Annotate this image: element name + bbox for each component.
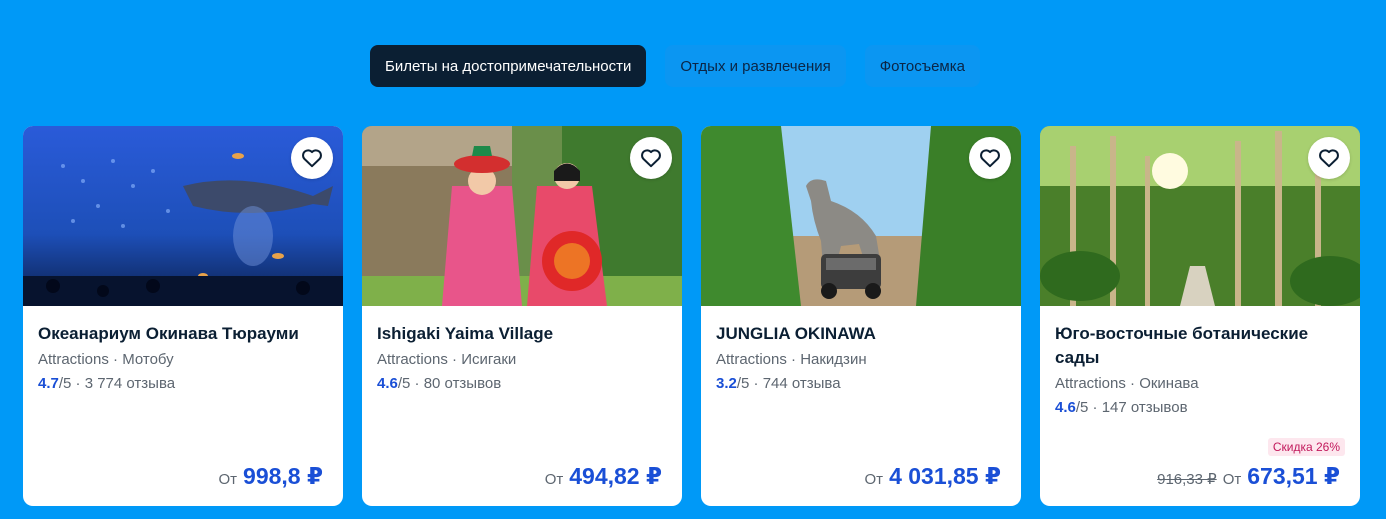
price-prefix: От — [864, 471, 884, 488]
price-row: 916,33 ₽ От 673,51 ₽ — [1157, 463, 1340, 490]
rating-reviews: /5 · 3 774 отзыва — [58, 375, 176, 392]
price-row: От 998,8 ₽ — [219, 463, 324, 490]
price-prefix: От — [1222, 471, 1242, 488]
attraction-card[interactable]: Океанариум Окинава Тюрауми Attractions ·… — [23, 126, 343, 506]
card-category-location: Attractions · Мотобу — [38, 351, 174, 368]
price-value: 4 031,85 ₽ — [889, 463, 1001, 489]
rating-score: 4.6 — [1055, 399, 1076, 416]
price-row: От 4 031,85 ₽ — [865, 463, 1001, 490]
price-prefix: От — [544, 471, 564, 488]
attraction-card[interactable]: Юго-восточные ботанические сады Attracti… — [1040, 126, 1360, 506]
rating-score: 4.7 — [38, 375, 59, 392]
favorite-button[interactable] — [1308, 137, 1350, 179]
attraction-card[interactable]: Ishigaki Yaima Village Attractions · Иси… — [362, 126, 682, 506]
tab-photography[interactable]: Фотосъемка — [864, 45, 980, 87]
favorite-button[interactable] — [969, 137, 1011, 179]
card-title[interactable]: Океанариум Окинава Тюрауми — [38, 322, 328, 346]
price-value: 494,82 ₽ — [569, 463, 662, 489]
heart-outline-icon — [980, 149, 1000, 168]
rating-reviews: /5 · 80 отзывов — [397, 375, 502, 392]
kimono-photo — [362, 126, 682, 306]
favorite-button[interactable] — [291, 137, 333, 179]
attraction-card[interactable]: JUNGLIA OKINAWA Attractions · Накидзин 3… — [701, 126, 1021, 506]
card-title[interactable]: Ishigaki Yaima Village — [377, 322, 667, 346]
botanical-garden-photo — [1040, 126, 1360, 306]
card-rating: 4.6/5 · 80 отзывов — [377, 373, 667, 395]
aquarium-photo — [23, 126, 343, 306]
heart-outline-icon — [641, 149, 661, 168]
rating-score: 3.2 — [716, 375, 737, 392]
card-category-location: Attractions · Исигаки — [377, 351, 517, 368]
favorite-button[interactable] — [630, 137, 672, 179]
tab-leisure-entertainment[interactable]: Отдых и развлечения — [665, 45, 846, 87]
card-rating: 3.2/5 · 744 отзыва — [716, 373, 1006, 395]
card-category-location: Attractions · Окинава — [1055, 375, 1199, 392]
card-rating: 4.6/5 · 147 отзывов — [1055, 397, 1345, 419]
rating-reviews: /5 · 147 отзывов — [1075, 399, 1188, 416]
card-rating: 4.7/5 · 3 774 отзыва — [38, 373, 328, 395]
card-title[interactable]: JUNGLIA OKINAWA — [716, 322, 1006, 346]
price-row: От 494,82 ₽ — [545, 463, 662, 490]
attraction-card-list: Океанариум Окинава Тюрауми Attractions ·… — [23, 126, 1360, 506]
price-prefix: От — [218, 471, 238, 488]
old-price: 916,33 ₽ — [1157, 471, 1217, 488]
price-value: 998,8 ₽ — [243, 463, 323, 489]
rating-reviews: /5 · 744 отзыва — [736, 375, 841, 392]
tab-attraction-tickets[interactable]: Билеты на достопримечательности — [370, 45, 647, 87]
heart-outline-icon — [1319, 149, 1339, 168]
price-value: 673,51 ₽ — [1247, 463, 1340, 489]
heart-outline-icon — [302, 149, 322, 168]
card-category-location: Attractions · Накидзин — [716, 351, 867, 368]
rating-score: 4.6 — [377, 375, 398, 392]
card-title[interactable]: Юго-восточные ботанические сады — [1055, 322, 1345, 370]
discount-badge: Скидка 26% — [1267, 438, 1345, 456]
category-tabs: Билеты на достопримечательности Отдых и … — [370, 45, 980, 87]
dinosaur-photo — [701, 126, 1021, 306]
